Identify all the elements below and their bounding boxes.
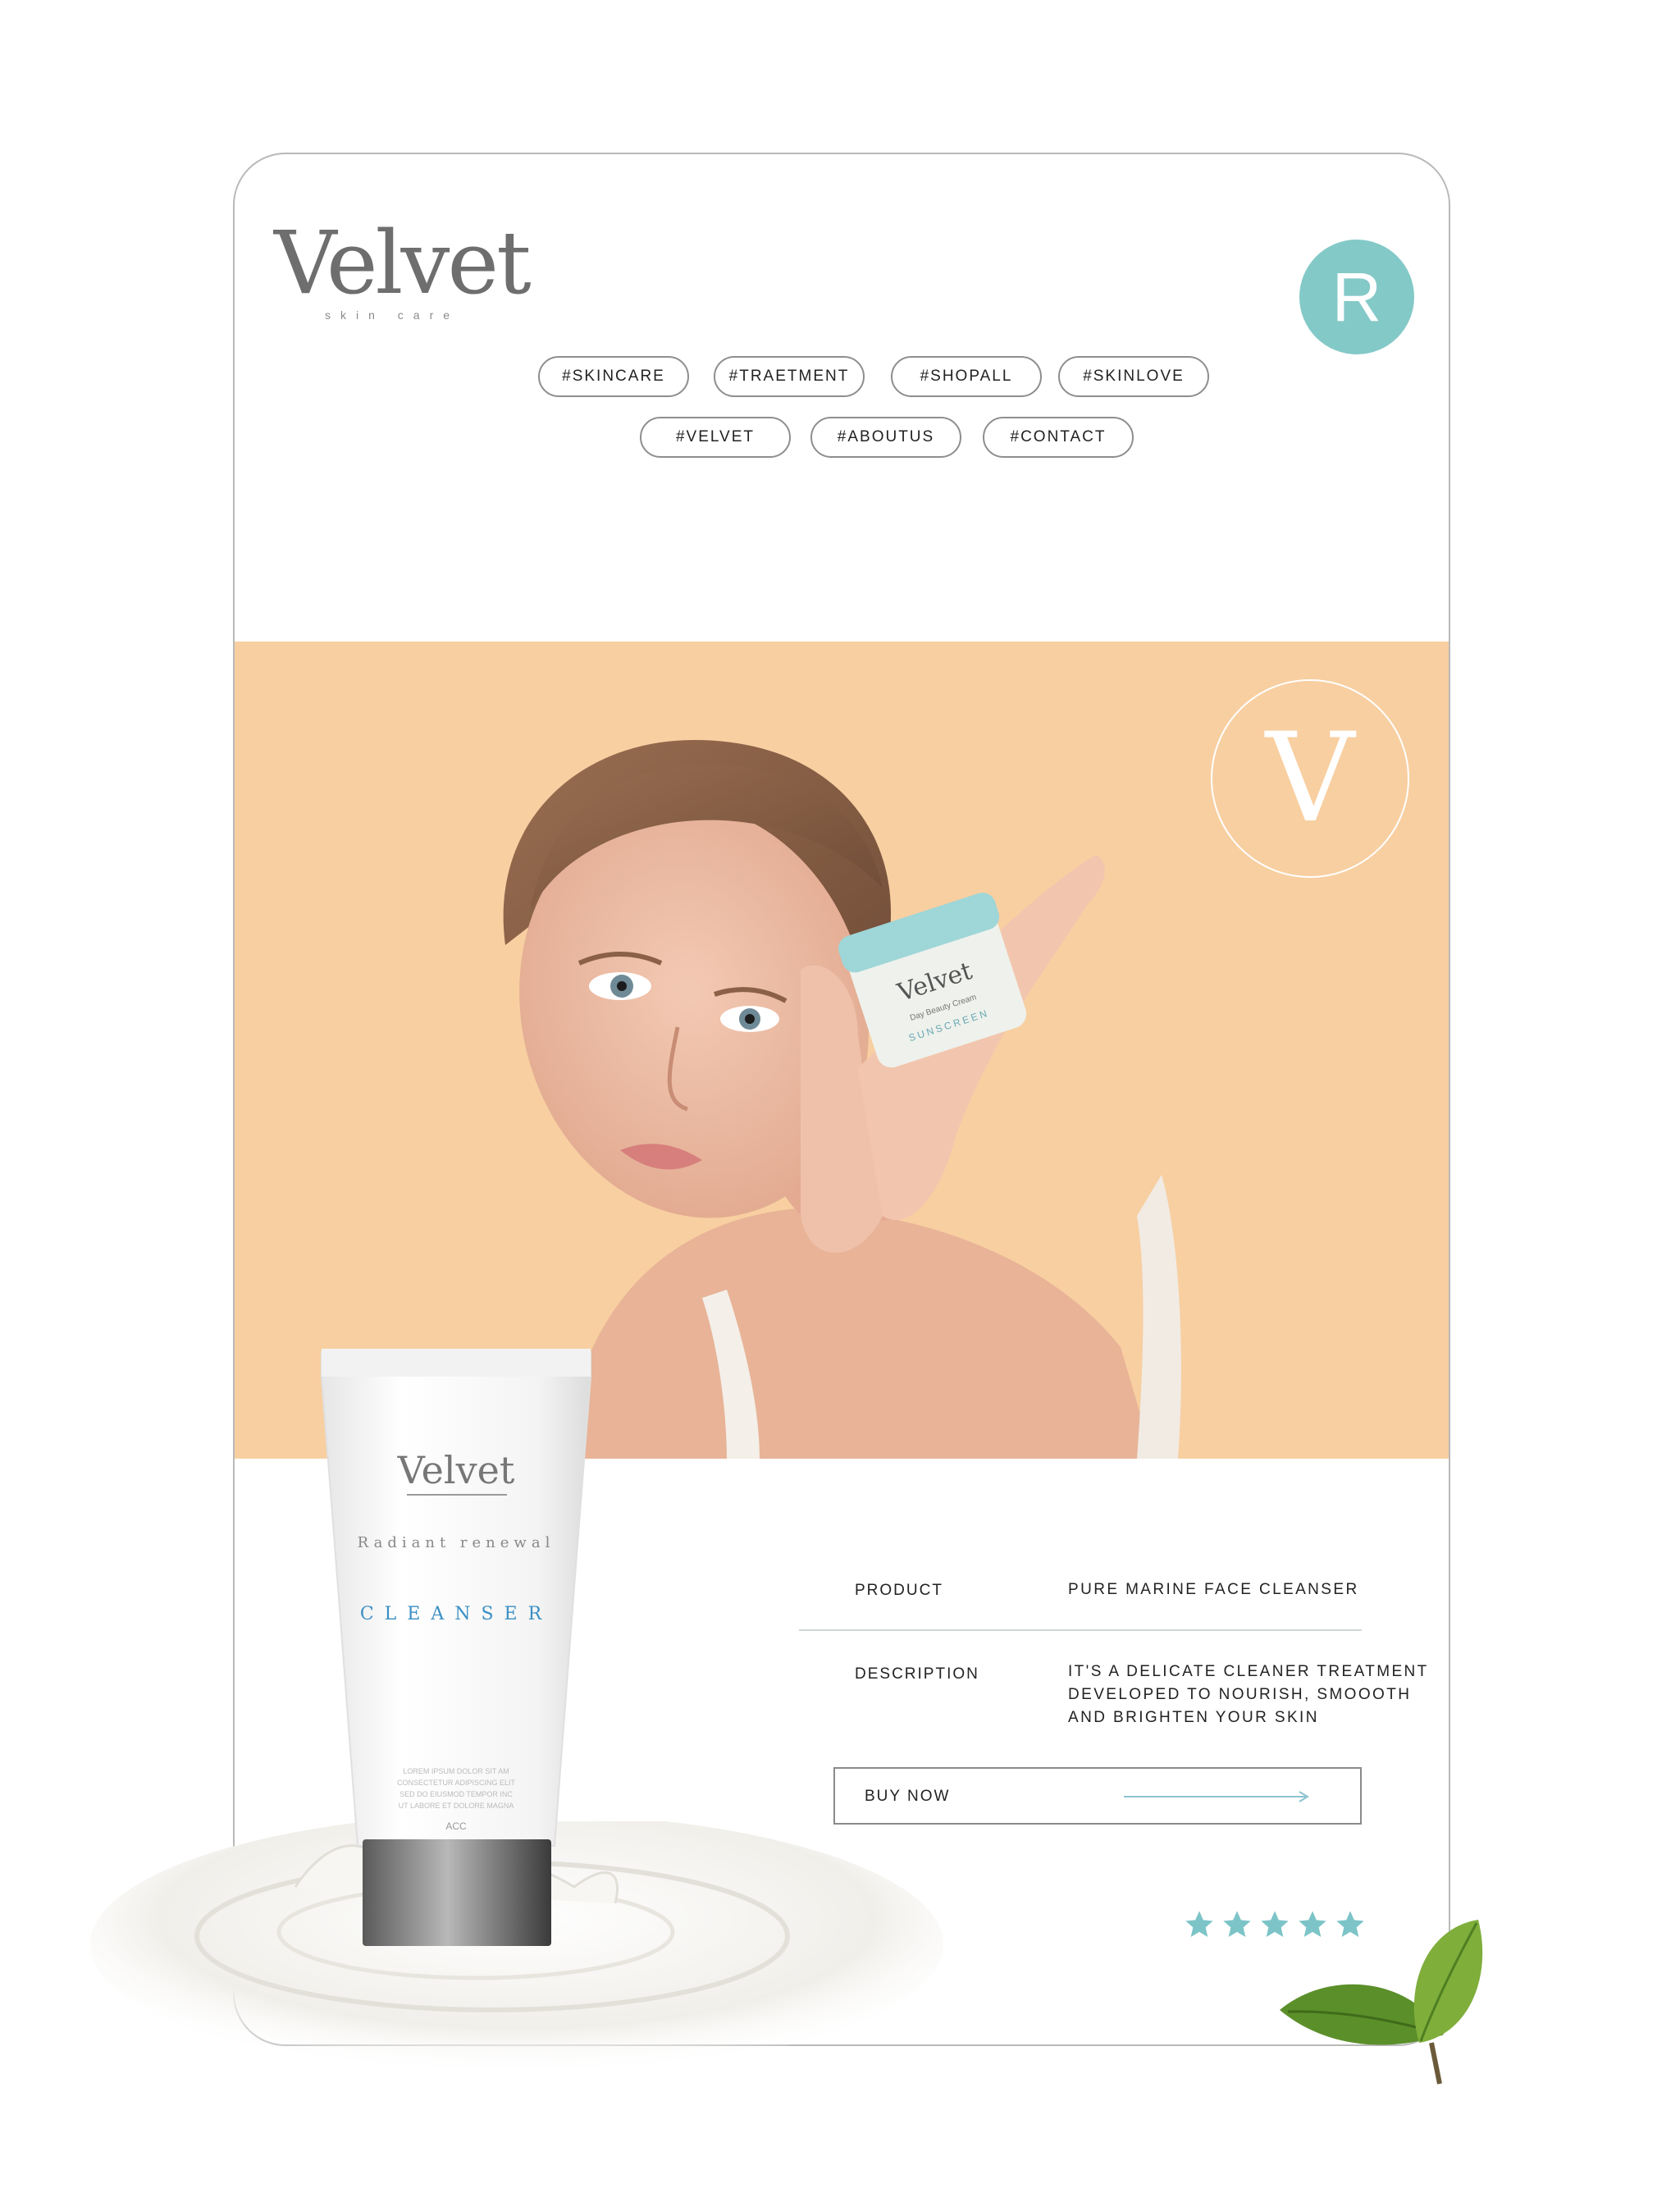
star-icon	[1185, 1911, 1213, 1937]
hero-banner: Velvet Day Beauty Cream SUNSCREEN V	[235, 642, 1449, 1459]
brand-name: Velvet	[274, 212, 532, 313]
nav-tag-contact[interactable]: #CONTACT	[983, 417, 1134, 458]
user-avatar[interactable]: R	[1299, 240, 1414, 354]
arrow-right-icon	[1124, 1791, 1309, 1802]
nav-tag-treatment[interactable]: #TRAETMENT	[714, 356, 865, 397]
description-label: DESCRIPTION	[855, 1665, 979, 1683]
product-label: PRODUCT	[855, 1582, 943, 1599]
nav-tag-aboutus[interactable]: #ABOUTUS	[810, 417, 961, 458]
description-line-2: DEVELOPED TO NOURISH, SMOOOTH	[1068, 1686, 1412, 1703]
nav-tag-shopall[interactable]: #SHOPALL	[891, 356, 1042, 397]
v-emblem-badge: V	[1211, 679, 1409, 878]
cleanser-tube-image: Velvet Radiant renewal CLEANSER LOREM IP…	[321, 1349, 591, 1946]
green-leaf-image	[1280, 1920, 1483, 2085]
info-divider	[799, 1629, 1362, 1631]
svg-text:CLEANSER: CLEANSER	[360, 1604, 552, 1624]
nav-tag-skincare[interactable]: #SKINCARE	[538, 356, 689, 397]
svg-text:CONSECTETUR ADIPISCING ELIT: CONSECTETUR ADIPISCING ELIT	[397, 1779, 516, 1787]
description-line-3: AND BRIGHTEN YOUR SKIN	[1068, 1709, 1319, 1726]
star-icon	[1223, 1911, 1251, 1937]
product-value: PURE MARINE FACE CLEANSER	[1068, 1581, 1359, 1598]
svg-text:LOREM IPSUM DOLOR SIT AM: LOREM IPSUM DOLOR SIT AM	[403, 1767, 509, 1775]
nav-tag-skinlove[interactable]: #SKINLOVE	[1058, 356, 1209, 397]
svg-text:UT LABORE ET DOLORE MAGNA: UT LABORE ET DOLORE MAGNA	[399, 1802, 514, 1810]
svg-text:Radiant renewal: Radiant renewal	[358, 1534, 555, 1551]
nav-tag-velvet[interactable]: #VELVET	[640, 417, 791, 458]
svg-text:SED DO EIUSMOD TEMPOR INC: SED DO EIUSMOD TEMPOR INC	[399, 1790, 513, 1798]
buy-now-button[interactable]: BUY NOW	[833, 1767, 1362, 1825]
svg-text:Velvet: Velvet	[397, 1448, 515, 1492]
description-line-1: IT'S A DELICATE CLEANER TREATMENT	[1068, 1663, 1429, 1680]
brand-logo[interactable]: Velvet skin care	[274, 212, 532, 322]
buy-now-label: BUY NOW	[865, 1788, 951, 1805]
svg-text:ACC: ACC	[445, 1820, 467, 1832]
